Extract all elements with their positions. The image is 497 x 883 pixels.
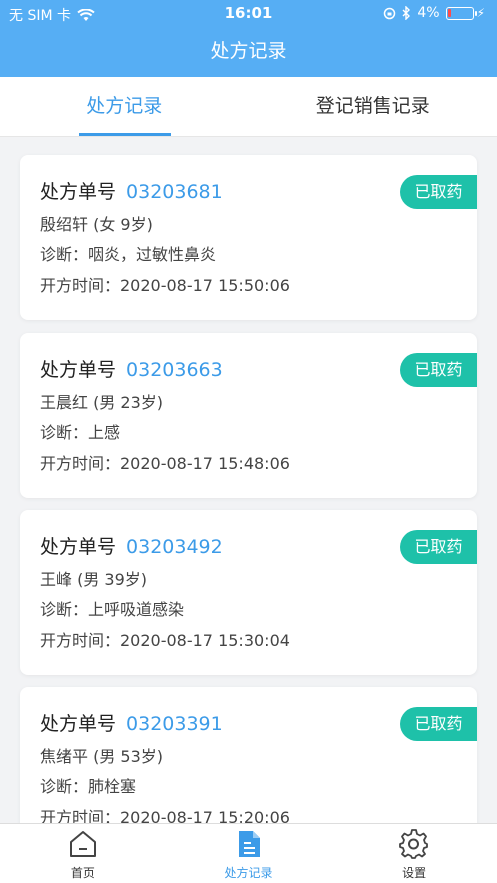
gear-icon xyxy=(399,829,429,859)
record-number: 03203681 xyxy=(126,181,223,203)
diagnosis: 诊断：咽炎，过敏性鼻炎 xyxy=(40,245,217,264)
tab-label: 处方记录 xyxy=(86,95,163,117)
charging-icon: ⚡ xyxy=(476,6,485,20)
status-badge: 已取药 xyxy=(400,353,477,387)
nav-prescription-records[interactable]: 处方记录 xyxy=(166,824,332,883)
app-header: 无 SIM 卡 16:01 4% ⚡ 处方记录 xyxy=(0,0,497,77)
tab-label: 登记销售记录 xyxy=(315,95,430,117)
nav-label: 首页 xyxy=(70,866,95,880)
prescribe-time: 开方时间：2020-08-17 15:48:06 xyxy=(40,454,290,473)
page-title: 处方记录 xyxy=(210,40,287,62)
patient-info: 王峰 (男 39岁) xyxy=(40,570,148,589)
nav-home[interactable]: 首页 xyxy=(0,824,166,883)
battery-percent: 4% xyxy=(417,5,440,21)
diagnosis: 诊断：上感 xyxy=(40,423,121,442)
status-badge: 已取药 xyxy=(400,530,477,564)
document-icon xyxy=(238,831,260,857)
record-card[interactable]: 处方单号 03203492 王峰 (男 39岁) 诊断：上呼吸道感染 开方时间：2… xyxy=(20,510,477,675)
bottom-nav: 首页 处方记录 设置 xyxy=(0,823,497,883)
record-number-label: 处方单号 xyxy=(40,713,117,735)
record-number-label: 处方单号 xyxy=(40,359,117,381)
patient-info: 焦绪平 (男 53岁) xyxy=(40,747,164,766)
status-badge: 已取药 xyxy=(400,707,477,741)
patient-info: 王晨红 (男 23岁) xyxy=(40,393,164,412)
bluetooth-icon xyxy=(402,6,411,20)
prescribe-time: 开方时间：2020-08-17 15:50:06 xyxy=(40,276,290,295)
record-list[interactable]: 处方单号 03203681 殷绍轩 (女 9岁) 诊断：咽炎，过敏性鼻炎 开方时间… xyxy=(0,137,497,823)
tab-active-indicator xyxy=(79,133,171,136)
battery-icon xyxy=(445,6,477,20)
nav-settings[interactable]: 设置 xyxy=(331,824,497,883)
record-number: 03203492 xyxy=(126,536,223,558)
tab-prescription-records[interactable]: 处方记录 xyxy=(0,77,249,136)
record-number: 03203391 xyxy=(126,713,223,735)
orientation-lock-icon xyxy=(384,7,396,19)
diagnosis: 诊断：肺栓塞 xyxy=(40,777,137,796)
diagnosis: 诊断：上呼吸道感染 xyxy=(40,600,185,619)
record-card[interactable]: 处方单号 03203681 殷绍轩 (女 9岁) 诊断：咽炎，过敏性鼻炎 开方时间… xyxy=(20,155,477,320)
record-card[interactable]: 处方单号 03203663 王晨红 (男 23岁) 诊断：上感 开方时间：2020… xyxy=(20,333,477,498)
record-number: 03203663 xyxy=(126,359,223,381)
record-number-label: 处方单号 xyxy=(40,536,117,558)
nav-label: 设置 xyxy=(402,866,427,880)
nav-label: 处方记录 xyxy=(224,866,273,880)
status-bar: 无 SIM 卡 16:01 4% ⚡ xyxy=(0,0,497,26)
tab-sales-records[interactable]: 登记销售记录 xyxy=(249,77,497,136)
status-badge: 已取药 xyxy=(400,175,477,209)
tab-bar: 处方记录 登记销售记录 xyxy=(0,77,497,137)
prescribe-time: 开方时间：2020-08-17 15:20:06 xyxy=(40,808,290,823)
record-number-label: 处方单号 xyxy=(40,181,117,203)
home-icon xyxy=(69,831,96,857)
record-card[interactable]: 处方单号 03203391 焦绪平 (男 53岁) 诊断：肺栓塞 开方时间：202… xyxy=(20,687,477,823)
prescribe-time: 开方时间：2020-08-17 15:30:04 xyxy=(40,631,290,650)
patient-info: 殷绍轩 (女 9岁) xyxy=(40,215,153,234)
